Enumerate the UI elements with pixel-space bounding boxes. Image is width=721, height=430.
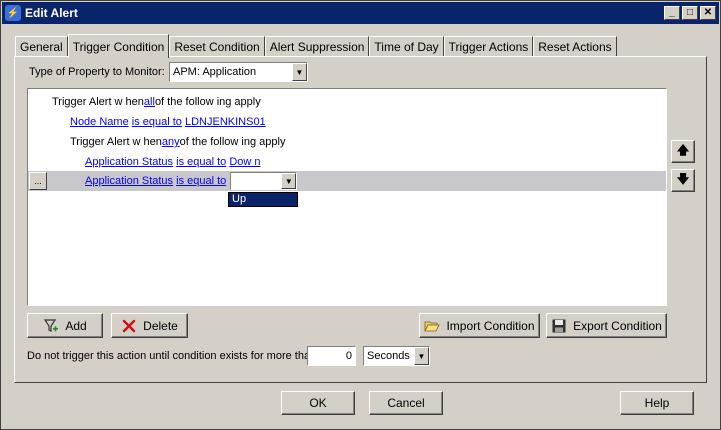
property-type-value: APM: Application: [173, 66, 257, 78]
property-type-label: Type of Property to Monitor:: [29, 66, 165, 78]
tab-reset-actions[interactable]: Reset Actions: [533, 36, 617, 57]
group-operator-any-link[interactable]: any: [162, 136, 180, 148]
trigger-delay-label: Do not trigger this action until conditi…: [27, 350, 317, 362]
title-bar: ⚡ Edit Alert _ □ ✕: [2, 2, 719, 24]
move-down-button[interactable]: 🡇: [671, 169, 695, 192]
ok-button[interactable]: OK: [281, 391, 355, 415]
operator-link[interactable]: is equal to: [176, 156, 226, 168]
arrow-down-icon: 🡇: [676, 172, 690, 186]
export-condition-label: Export Condition: [573, 318, 662, 333]
add-condition-icon: [44, 318, 59, 332]
import-condition-label: Import Condition: [446, 318, 535, 333]
condition-text: Trigger Alert w hen: [52, 96, 144, 108]
property-type-select[interactable]: APM: Application ▼: [169, 62, 308, 82]
value-link[interactable]: Dow n: [229, 156, 260, 168]
condition-app-status-editing[interactable]: ... Application Status is equal to ▼: [28, 171, 666, 191]
tab-trigger-condition[interactable]: Trigger Condition: [67, 34, 170, 58]
row-menu-button[interactable]: ...: [29, 172, 47, 190]
chevron-down-icon[interactable]: ▼: [281, 173, 297, 189]
help-button[interactable]: Help: [620, 391, 694, 415]
maximize-button[interactable]: □: [682, 6, 698, 20]
window-title: Edit Alert: [25, 6, 78, 20]
dropdown-option-up[interactable]: Up: [228, 192, 298, 207]
trigger-delay-unit: Seconds: [367, 350, 410, 362]
tab-general[interactable]: General: [15, 36, 68, 57]
save-disk-icon: [552, 319, 566, 332]
field-link[interactable]: Application Status: [85, 175, 173, 187]
condition-tree: Trigger Alert w hen all of the follow in…: [27, 88, 667, 306]
trigger-condition-panel: Type of Property to Monitor: APM: Applic…: [14, 56, 707, 383]
app-icon: ⚡: [5, 5, 21, 21]
cancel-button[interactable]: Cancel: [369, 391, 443, 415]
import-condition-button[interactable]: Import Condition: [419, 313, 540, 338]
folder-open-icon: [424, 321, 441, 331]
trigger-delay-unit-select[interactable]: Seconds ▼: [363, 346, 430, 366]
tab-reset-condition[interactable]: Reset Condition: [169, 36, 265, 57]
chevron-down-icon[interactable]: ▼: [292, 63, 307, 81]
delete-button-label: Delete: [143, 318, 178, 333]
value-link[interactable]: LDNJENKINS01: [185, 116, 266, 128]
minimize-button[interactable]: _: [664, 6, 680, 20]
add-button-label: Add: [65, 318, 87, 333]
arrow-up-icon: 🡅: [676, 143, 690, 157]
operator-link[interactable]: is equal to: [176, 175, 226, 187]
condition-group-any: Trigger Alert w hen any of the follow in…: [28, 132, 666, 152]
chevron-down-icon[interactable]: ▼: [414, 347, 429, 365]
delete-button[interactable]: Delete: [111, 313, 188, 338]
condition-text: of the follow ing apply: [179, 136, 286, 148]
condition-text: of the follow ing apply: [154, 96, 261, 108]
move-up-button[interactable]: 🡅: [671, 140, 695, 163]
add-button[interactable]: Add: [27, 313, 103, 338]
delete-x-icon: [122, 319, 136, 332]
tab-trigger-actions[interactable]: Trigger Actions: [443, 36, 534, 57]
group-operator-all-link[interactable]: all: [144, 96, 155, 108]
condition-node-name: Node Name is equal to LDNJENKINS01: [28, 112, 666, 132]
tab-strip: General Trigger Condition Reset Conditio…: [15, 34, 617, 58]
tab-alert-suppression[interactable]: Alert Suppression: [264, 36, 370, 57]
condition-group-all: Trigger Alert w hen all of the follow in…: [28, 92, 666, 112]
trigger-delay-input[interactable]: 0: [307, 346, 356, 366]
tab-time-of-day[interactable]: Time of Day: [369, 36, 444, 57]
condition-text: Trigger Alert w hen: [70, 136, 162, 148]
field-link[interactable]: Application Status: [85, 156, 173, 168]
close-button[interactable]: ✕: [700, 6, 716, 20]
export-condition-button[interactable]: Export Condition: [546, 313, 667, 338]
edit-alert-dialog: ⚡ Edit Alert _ □ ✕ General Trigger Condi…: [0, 0, 721, 430]
status-value-select[interactable]: ▼: [230, 172, 298, 190]
operator-link[interactable]: is equal to: [132, 116, 182, 128]
condition-app-status-down: Application Status is equal to Dow n: [28, 152, 666, 172]
field-link[interactable]: Node Name: [70, 116, 129, 128]
